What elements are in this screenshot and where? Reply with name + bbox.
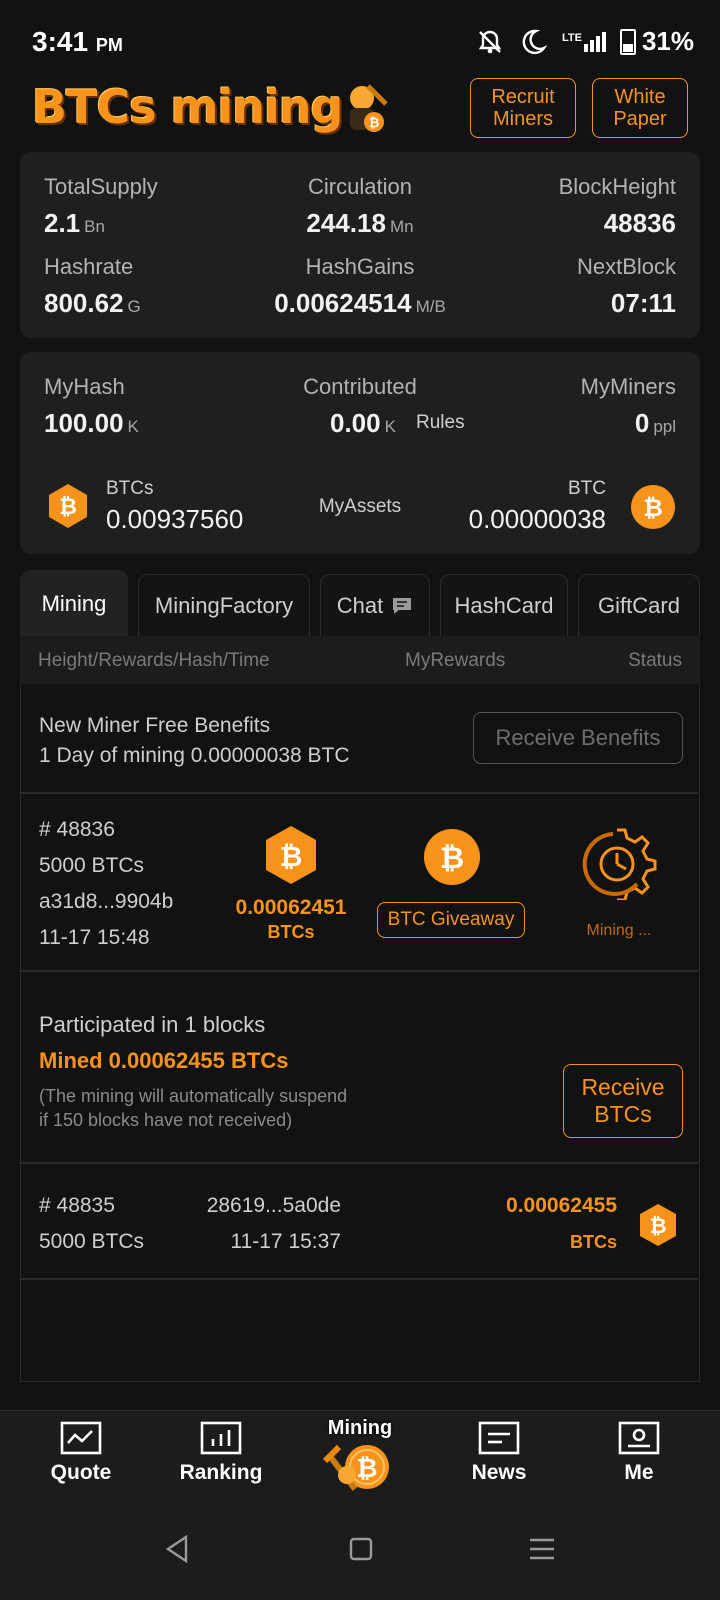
svg-text:₿: ₿ — [643, 494, 663, 522]
block-hash: a31d8...9904b — [39, 890, 174, 913]
white-paper-button[interactable]: White Paper — [592, 78, 688, 138]
chat-bubble-icon — [393, 597, 412, 614]
tab-chat[interactable]: Chat — [320, 574, 430, 636]
nav-ranking[interactable]: Ranking — [166, 1421, 276, 1485]
block-height-value: 48836 — [603, 208, 676, 238]
my-miners-value: 0 ppl — [634, 408, 676, 438]
past-block-reward: 5000 BTCs — [39, 1230, 145, 1253]
svg-text:₿: ₿ — [369, 116, 380, 131]
svg-text:₿: ₿ — [356, 1454, 377, 1484]
nav-mining[interactable]: ₿ Mining — [305, 1417, 415, 1499]
system-nav-bar — [0, 1510, 720, 1600]
moon-icon — [522, 29, 548, 54]
block-time: 11-17 15:48 — [39, 926, 150, 949]
list-header: Height/Rewards/Hash/Time MyRewards Statu… — [20, 636, 700, 684]
past-my-reward-unit: BTCs — [569, 1232, 617, 1252]
home-icon[interactable] — [348, 1536, 374, 1562]
circulation-label: Circulation — [308, 174, 412, 199]
btc-coin-icon: ₿ — [424, 829, 480, 885]
battery-percent: 31% — [641, 26, 694, 56]
col-my-rewards: MyRewards — [405, 650, 506, 671]
participated-blocks: Participated in 1 blocks — [39, 1012, 266, 1037]
chart-icon — [60, 1421, 102, 1455]
past-block-time: 11-17 15:37 — [230, 1230, 341, 1253]
back-icon[interactable] — [164, 1534, 190, 1564]
past-block-hash: 28619...5a0de — [206, 1194, 341, 1217]
mining-gear-clock-icon — [582, 828, 657, 900]
next-block-value: 07:11 — [610, 288, 676, 318]
app-logo: BTCs mining — [32, 80, 343, 134]
btcs-asset-value: 0.00937560 — [106, 504, 244, 534]
profile-icon — [618, 1421, 660, 1455]
tab-mining-factory[interactable]: MiningFactory — [138, 574, 310, 636]
nav-news[interactable]: News — [444, 1421, 554, 1485]
news-icon — [478, 1421, 520, 1455]
my-hash-value: 100.00 K — [44, 408, 139, 438]
block-reward: 5000 BTCs — [39, 854, 145, 877]
network-stats-card: TotalSupply 2.1 Bn Circulation 244.18 Mn B… — [20, 152, 700, 338]
tab-bar: Mining MiningFactory Chat HashCard GiftC… — [20, 570, 700, 636]
status-bar: 3:41 PM LTE 31% — [0, 0, 720, 78]
circulation-value: 244.18 Mn — [306, 208, 414, 238]
svg-text:₿: ₿ — [649, 1214, 666, 1238]
my-assets-label: MyAssets — [318, 496, 402, 517]
bottom-nav: Quote Ranking ₿ Mining News Me — [0, 1410, 720, 1510]
receive-benefits-button[interactable]: Receive Benefits — [473, 712, 683, 764]
contributed-label: Contributed — [303, 374, 417, 399]
my-miners-label: MyMiners — [580, 374, 676, 399]
my-stats-card: MyHash 100.00 K Contributed 0.00 K Rules M… — [20, 352, 700, 554]
btcs-hexagon-icon: ₿ — [266, 826, 316, 884]
svg-text:₿: ₿ — [59, 495, 77, 520]
status-icons: LTE 31% — [476, 26, 694, 57]
mining-status: Mining ... — [586, 922, 652, 939]
btc-giveaway-button[interactable]: BTC Giveaway — [377, 902, 525, 938]
app-header: BTCs mining ₿ Recruit Miners White Paper — [0, 76, 720, 146]
my-reward-unit: BTCs — [267, 922, 315, 942]
mined-amount: Mined 0.00062455 BTCs — [39, 1048, 289, 1073]
hash-gains-value: 0.00624514 M/B — [274, 288, 446, 318]
btc-asset-value: 0.00000038 — [468, 504, 606, 534]
next-block-label: NextBlock — [576, 254, 676, 279]
signal-icon: LTE — [562, 31, 606, 52]
tab-hash-card[interactable]: HashCard — [440, 574, 568, 636]
col-height-rewards: Height/Rewards/Hash/Time — [38, 650, 270, 671]
my-hash-label: MyHash — [44, 374, 125, 399]
mining-list: New Miner Free Benefits 1 Day of mining … — [20, 684, 700, 1382]
my-reward-value: 0.00062451 — [235, 896, 347, 919]
nav-me[interactable]: Me — [584, 1421, 694, 1485]
contributed-value: 0.00 K — [330, 408, 396, 438]
rules-link[interactable]: Rules — [416, 412, 465, 434]
svg-text:₿: ₿ — [280, 840, 303, 873]
btcs-asset-label: BTCs — [106, 478, 154, 499]
btcs-hexagon-icon: ₿ — [49, 484, 87, 528]
block-height-label: BlockHeight — [558, 174, 676, 199]
miner-mascot-icon: ₿ — [350, 84, 388, 132]
tab-mining[interactable]: Mining — [20, 570, 128, 636]
col-status: Status — [628, 650, 682, 671]
status-time: 3:41 PM — [32, 26, 123, 57]
nav-quote[interactable]: Quote — [26, 1421, 136, 1485]
benefits-desc: 1 Day of mining 0.00000038 BTC — [39, 744, 350, 767]
btc-coin-icon: ₿ — [631, 485, 675, 529]
total-supply-value: 2.1 Bn — [44, 208, 105, 238]
recruit-miners-button[interactable]: Recruit Miners — [470, 78, 576, 138]
bar-chart-icon — [200, 1421, 242, 1455]
hash-gains-label: HashGains — [305, 254, 415, 279]
hashrate-value: 800.62 G — [44, 288, 141, 318]
block-height: # 48836 — [39, 818, 115, 841]
hashrate-label: Hashrate — [44, 254, 134, 279]
svg-text:₿: ₿ — [440, 841, 464, 876]
recents-menu-icon[interactable] — [528, 1536, 556, 1562]
suspend-note: (The mining will automatically suspend i… — [39, 1086, 348, 1130]
receive-btcs-button[interactable]: Receive BTCs — [563, 1064, 683, 1138]
benefits-title: New Miner Free Benefits — [39, 714, 271, 737]
battery-icon — [619, 28, 636, 55]
past-block-height: # 48835 — [39, 1194, 115, 1217]
total-supply-label: TotalSupply — [44, 174, 158, 199]
btcs-hexagon-icon: ₿ — [640, 1204, 676, 1246]
past-my-reward: 0.00062455 — [506, 1194, 617, 1217]
mute-icon — [478, 30, 502, 53]
tab-gift-card[interactable]: GiftCard — [578, 574, 700, 636]
btc-asset-label: BTC — [568, 478, 606, 499]
